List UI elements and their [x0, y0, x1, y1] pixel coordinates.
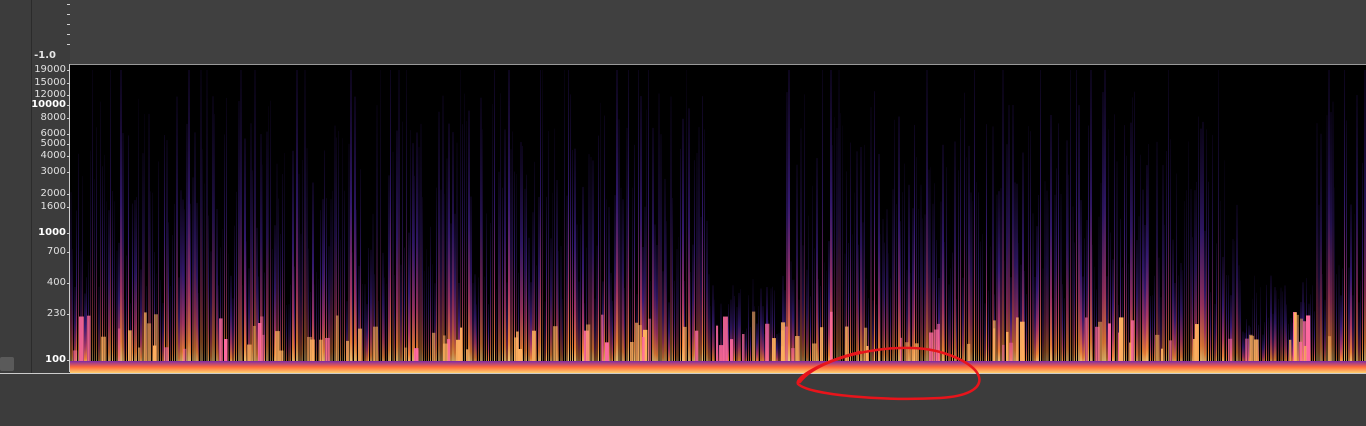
freq-label: 3000	[40, 166, 66, 178]
spectrogram-view[interactable]	[70, 64, 1366, 373]
freq-label: 10000	[31, 99, 66, 111]
freq-label: 5000	[40, 137, 66, 149]
waveform-amplitude-ruler: -1.0	[32, 0, 70, 64]
freq-label: 4000	[40, 150, 66, 162]
freq-label: 8000	[40, 111, 66, 123]
freq-label: 1000	[38, 226, 66, 238]
freq-label: 230	[46, 307, 66, 319]
waveform-view[interactable]	[70, 0, 1366, 64]
freq-label: 100	[45, 354, 66, 365]
freq-label: 1600	[40, 200, 66, 212]
low-frequency-band	[70, 361, 1366, 373]
frequency-ruler: 19000 15000 12000 10000 8000 6000 5000 4000 3000…	[31, 64, 70, 372]
spectrogram-image	[70, 70, 1366, 373]
freq-label: 15000	[34, 77, 66, 89]
freq-label: 400	[46, 277, 66, 289]
empty-track-area[interactable]	[0, 374, 1366, 426]
freq-label: 19000	[34, 64, 66, 75]
track-control-strip	[0, 0, 32, 374]
freq-label: 2000	[40, 188, 66, 200]
freq-label: 700	[46, 246, 66, 258]
spectrogram-energy	[70, 70, 1366, 366]
waveform-scale-label: -1.0	[34, 50, 56, 61]
track-collapse-handle[interactable]	[0, 357, 14, 371]
